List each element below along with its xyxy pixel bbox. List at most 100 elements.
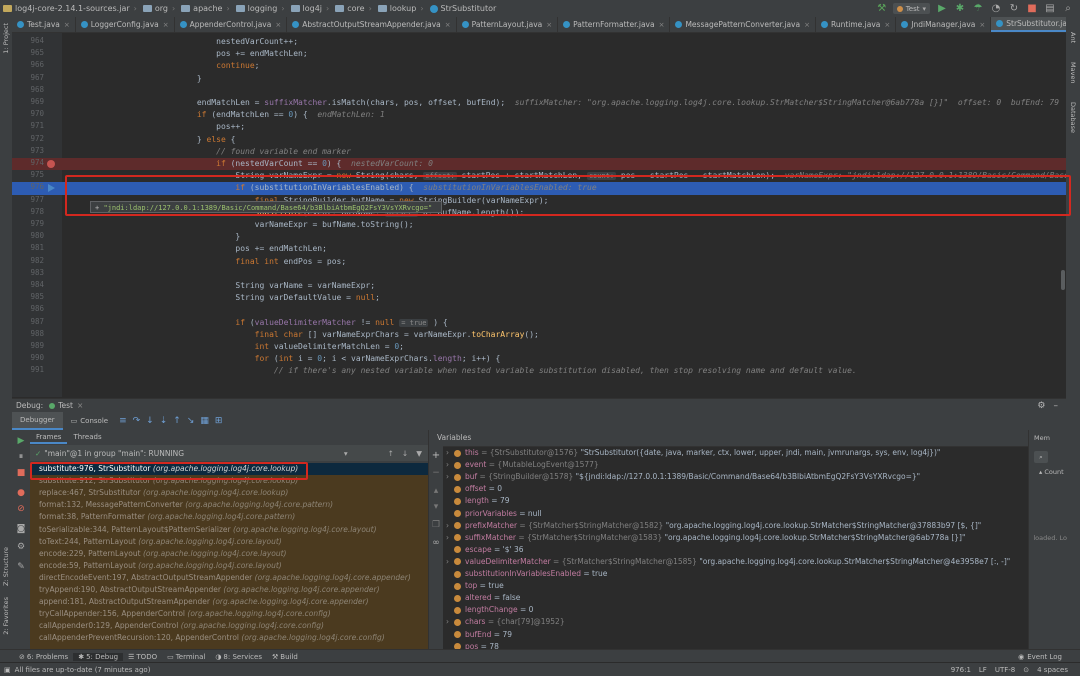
build-icon[interactable]: ↻: [1008, 3, 1020, 15]
expand-arrow-icon[interactable]: ›: [443, 471, 452, 483]
maven-tool-button[interactable]: Maven: [1069, 62, 1077, 84]
build-hammer-icon[interactable]: ⚒: [876, 3, 888, 15]
search-icon[interactable]: ⌕: [1062, 3, 1074, 15]
variable-row[interactable]: ›buf = {StringBuilder@1578} "${jndi:ldap…: [443, 471, 1029, 483]
close-icon[interactable]: ×: [163, 21, 169, 29]
filter-icon[interactable]: ▼: [416, 449, 422, 458]
indent-setting[interactable]: 4 spaces: [1037, 666, 1068, 674]
debug-session-tab[interactable]: Test ×: [49, 401, 83, 410]
close-icon[interactable]: ×: [546, 21, 552, 29]
tool-window-button[interactable]: ⚒ Build: [267, 653, 303, 661]
camera-icon[interactable]: ◙: [15, 524, 27, 534]
variable-row[interactable]: priorVariables = null: [443, 508, 1029, 520]
stack-frame[interactable]: append:181, AbstractOutputStreamAppender…: [30, 596, 437, 608]
move-down-icon[interactable]: ▾: [430, 502, 442, 512]
search-icon[interactable]: ⌕: [1034, 451, 1048, 463]
debug-icon[interactable]: ✱: [954, 3, 966, 15]
variable-row[interactable]: substitutionInVariablesEnabled = true: [443, 568, 1029, 580]
evaluate-icon[interactable]: ▦: [200, 416, 209, 426]
editor-tab[interactable]: Test.java×: [12, 17, 76, 32]
stack-frame[interactable]: callAppender0:129, AppenderControl (org.…: [30, 620, 437, 632]
editor-scrollbar[interactable]: [1061, 270, 1065, 290]
tool-window-button[interactable]: ☰ TODO: [123, 653, 162, 661]
stop-icon[interactable]: ■: [1026, 3, 1038, 15]
tab-console[interactable]: ▭Console: [63, 412, 116, 430]
file-encoding[interactable]: UTF-8: [995, 666, 1015, 674]
expand-arrow-icon[interactable]: ›: [443, 459, 452, 471]
breadcrumb-item[interactable]: apache›: [178, 4, 232, 13]
gear-icon[interactable]: ⚙: [1037, 401, 1045, 411]
add-watch-icon[interactable]: +: [430, 450, 442, 461]
trace-icon[interactable]: ⊞: [215, 416, 223, 426]
close-icon[interactable]: ×: [804, 21, 810, 29]
step-into-icon[interactable]: ↓: [146, 416, 154, 426]
expand-arrow-icon[interactable]: ›: [443, 447, 452, 459]
close-icon[interactable]: ×: [445, 21, 451, 29]
breadcrumb-item[interactable]: log4j-core-2.14.1-sources.jar›: [0, 4, 140, 13]
layout-icon[interactable]: ▤: [1044, 3, 1056, 15]
tool-window-button[interactable]: ▭ Terminal: [162, 653, 210, 661]
close-icon[interactable]: ×: [275, 21, 281, 29]
remove-watch-icon[interactable]: −: [430, 468, 442, 478]
tab-debugger[interactable]: Debugger: [12, 412, 63, 430]
caret-position[interactable]: 976:1: [951, 666, 971, 674]
stack-frame[interactable]: format:132, MessagePatternConverter (org…: [30, 499, 437, 511]
variable-row[interactable]: ›suffixMatcher = {StrMatcher$StringMatch…: [443, 532, 1029, 544]
structure-tool-button[interactable]: Z: Structure: [2, 547, 10, 586]
tab-threads[interactable]: Threads: [67, 430, 107, 444]
move-up-icon[interactable]: ▴: [430, 486, 442, 496]
glasses-icon[interactable]: ∞: [430, 538, 442, 548]
coverage-icon[interactable]: ☂: [972, 3, 984, 15]
tool-window-button[interactable]: ✱ 5: Debug: [73, 653, 123, 661]
step-out-icon[interactable]: ↑: [173, 416, 181, 426]
step-over-icon[interactable]: ↷: [133, 416, 141, 426]
pin-icon[interactable]: ✎: [15, 562, 27, 572]
variable-row[interactable]: ›chars = {char[79]@1952}: [443, 616, 1029, 628]
close-icon[interactable]: ×: [979, 21, 985, 29]
resume-icon[interactable]: ▶: [15, 436, 27, 446]
tool-window-button[interactable]: ◑ 8: Services: [210, 653, 267, 661]
project-tool-button[interactable]: 1: Project: [2, 23, 10, 54]
variable-row[interactable]: ›valueDelimiterMatcher = {StrMatcher$Str…: [443, 556, 1029, 568]
stack-frame[interactable]: callAppenderPreventRecursion:120, Append…: [30, 632, 437, 644]
tool-window-button[interactable]: ⊘ 6: Problems: [14, 653, 73, 661]
breadcrumb-item[interactable]: core›: [332, 4, 375, 13]
duplicate-icon[interactable]: ❐: [430, 520, 442, 530]
stop-icon[interactable]: ■: [15, 468, 27, 478]
force-step-into-icon[interactable]: ⇣: [160, 416, 168, 426]
editor-tab[interactable]: JndiManager.java×: [896, 17, 991, 32]
stack-frame[interactable]: tryCallAppender:156, AppenderControl (or…: [30, 608, 437, 620]
variable-row[interactable]: lengthChange = 0: [443, 604, 1029, 616]
variable-row[interactable]: ›prefixMatcher = {StrMatcher$StringMatch…: [443, 520, 1029, 532]
variable-row[interactable]: ›event = {MutableLogEvent@1577}: [443, 459, 1029, 471]
run-icon[interactable]: ▶: [936, 3, 948, 15]
expand-arrow-icon[interactable]: ›: [443, 520, 452, 532]
close-icon[interactable]: ×: [77, 401, 83, 410]
stack-frame[interactable]: encode:229, PatternLayout (org.apache.lo…: [30, 548, 437, 560]
thread-selector[interactable]: ✓ "main"@1 in group "main": RUNNING ▾ ↑ …: [30, 445, 428, 461]
pause-icon[interactable]: ⏸: [15, 452, 27, 462]
stack-frame[interactable]: toSerializable:344, PatternLayout$Patter…: [30, 524, 437, 536]
tab-frames[interactable]: Frames: [30, 430, 67, 444]
breadcrumb-item[interactable]: org›: [140, 4, 178, 13]
mute-breakpoints-icon[interactable]: ⊘: [15, 504, 27, 514]
breadcrumb-item[interactable]: log4j›: [288, 4, 333, 13]
lock-icon[interactable]: ⊙: [1023, 666, 1029, 674]
settings-icon[interactable]: ⚙: [15, 542, 27, 552]
editor-tab[interactable]: MessagePatternConverter.java×: [670, 17, 816, 32]
expand-arrow-icon[interactable]: ›: [443, 616, 452, 628]
breadcrumb-item[interactable]: lookup›: [375, 4, 427, 13]
ant-tool-button[interactable]: Ant: [1069, 32, 1077, 43]
variable-row[interactable]: ›this = {StrSubstitutor@1576} "StrSubsti…: [443, 447, 1029, 459]
variable-row[interactable]: bufEnd = 79: [443, 629, 1029, 641]
event-log-button[interactable]: ◉ Event Log: [1018, 653, 1062, 661]
close-icon[interactable]: ×: [659, 21, 665, 29]
variable-row[interactable]: top = true: [443, 580, 1029, 592]
editor-tab[interactable]: AbstractOutputStreamAppender.java×: [287, 17, 456, 32]
minimize-icon[interactable]: –: [1054, 401, 1059, 411]
close-icon[interactable]: ×: [64, 21, 70, 29]
breadcrumb-item[interactable]: StrSubstitutor: [427, 4, 500, 13]
profiler-icon[interactable]: ◔: [990, 3, 1002, 15]
stack-frame[interactable]: tryAppend:190, AbstractOutputStreamAppen…: [30, 584, 437, 596]
editor-tab[interactable]: Runtime.java×: [816, 17, 896, 32]
